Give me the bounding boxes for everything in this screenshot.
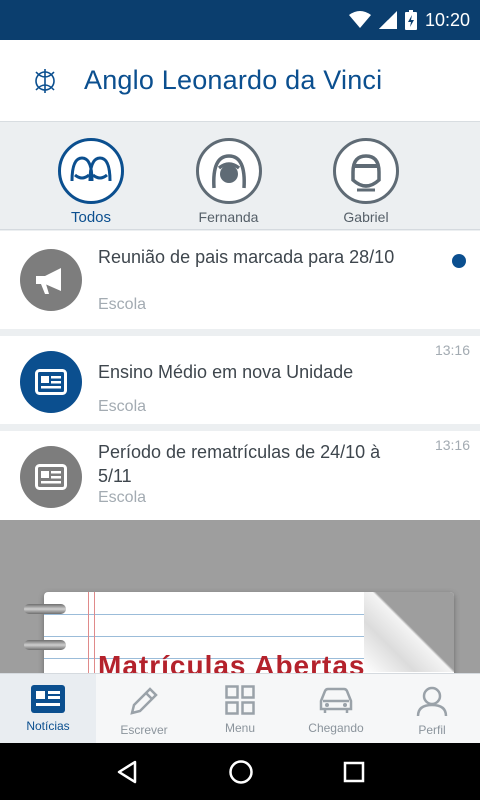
nav-perfil[interactable]: Perfil: [384, 674, 480, 743]
bottom-navigation: Notícias Escrever Menu Chegando Perfil: [0, 673, 480, 743]
student-filter: Todos Fernanda Gabriel: [0, 122, 480, 230]
system-navigation-bar: [0, 743, 480, 800]
grid-icon: [225, 685, 255, 715]
unread-indicator: [452, 254, 466, 268]
nav-perfil-label: Perfil: [418, 723, 446, 737]
status-time: 10:20: [424, 9, 470, 30]
news-card-source: Escola: [98, 296, 147, 313]
news-card-icon-badge: [20, 446, 82, 508]
news-feed[interactable]: Reunião de pais marcada para 28/10 Escol…: [0, 231, 480, 673]
news-card-time: 13:16: [434, 437, 470, 453]
nav-escrever[interactable]: Escrever: [96, 674, 192, 743]
filter-todos-circle: [58, 138, 124, 204]
news-card-title: Período de rematrículas de 24/10 à 5/11: [98, 442, 381, 486]
girl-avatar-icon: [211, 154, 246, 189]
enrollment-banner[interactable]: Matrículas Abertas: [0, 520, 480, 673]
filter-fernanda-label: Fernanda: [198, 209, 259, 225]
filter-gabriel[interactable]: Gabriel: [332, 122, 400, 229]
app-header: Anglo Leonardo da Vinci: [0, 40, 480, 122]
news-card-source: Escola: [98, 489, 147, 506]
filter-todos-label: Todos: [70, 209, 112, 226]
news-card-title: Ensino Médio em nova Unidade: [98, 362, 354, 382]
filter-todos[interactable]: Todos: [57, 122, 125, 229]
school-logo-icon: [35, 68, 55, 93]
filter-fernanda[interactable]: Fernanda: [195, 122, 263, 229]
page-curl: [364, 592, 454, 672]
wifi-icon: [348, 11, 371, 28]
nav-noticias[interactable]: Notícias: [0, 674, 96, 743]
paper-margin: [94, 592, 95, 673]
banner-text: Matrículas Abertas: [98, 650, 366, 673]
news-card[interactable]: Ensino Médio em nova Unidade Escola 13:1…: [0, 336, 480, 424]
status-bar: 10:20: [0, 0, 480, 40]
notebook-paper: Matrículas Abertas: [44, 592, 454, 673]
newspaper-icon: [35, 369, 67, 395]
group-icon: [70, 156, 112, 182]
car-icon: [319, 687, 353, 713]
news-card-icon-badge: [20, 351, 82, 413]
pencil-icon: [130, 687, 158, 715]
nav-menu[interactable]: Menu: [192, 674, 288, 743]
home-icon[interactable]: [228, 759, 254, 785]
filter-gabriel-circle: [333, 138, 399, 204]
filter-gabriel-label: Gabriel: [343, 209, 389, 225]
battery-charging-icon: [404, 10, 417, 30]
boy-avatar-icon: [351, 154, 381, 192]
paper-margin: [88, 592, 89, 673]
newspaper-icon: [35, 464, 67, 490]
signal-icon: [378, 11, 397, 29]
news-card-icon-badge: [20, 249, 82, 311]
nav-menu-label: Menu: [224, 721, 256, 735]
news-icon: [31, 685, 65, 713]
app-title: Anglo Leonardo da Vinci: [84, 65, 383, 95]
news-card-title: Reunião de pais marcada para 28/10: [98, 247, 395, 267]
megaphone-icon: [36, 268, 61, 294]
nav-chegando-label: Chegando: [308, 721, 364, 735]
news-card-time: 13:16: [434, 342, 470, 358]
news-card[interactable]: Reunião de pais marcada para 28/10 Escol…: [0, 231, 480, 329]
news-card-source: Escola: [98, 398, 147, 415]
recents-icon[interactable]: [343, 761, 365, 783]
person-icon: [416, 686, 448, 717]
binder-ring: [24, 640, 66, 650]
binder-ring: [24, 604, 66, 614]
back-icon[interactable]: [115, 760, 139, 784]
nav-noticias-label: Notícias: [26, 719, 70, 733]
nav-escrever-label: Escrever: [120, 723, 168, 737]
news-card[interactable]: Período de rematrículas de 24/10 à 5/11 …: [0, 431, 480, 520]
nav-chegando[interactable]: Chegando: [288, 674, 384, 743]
filter-fernanda-circle: [195, 138, 262, 204]
